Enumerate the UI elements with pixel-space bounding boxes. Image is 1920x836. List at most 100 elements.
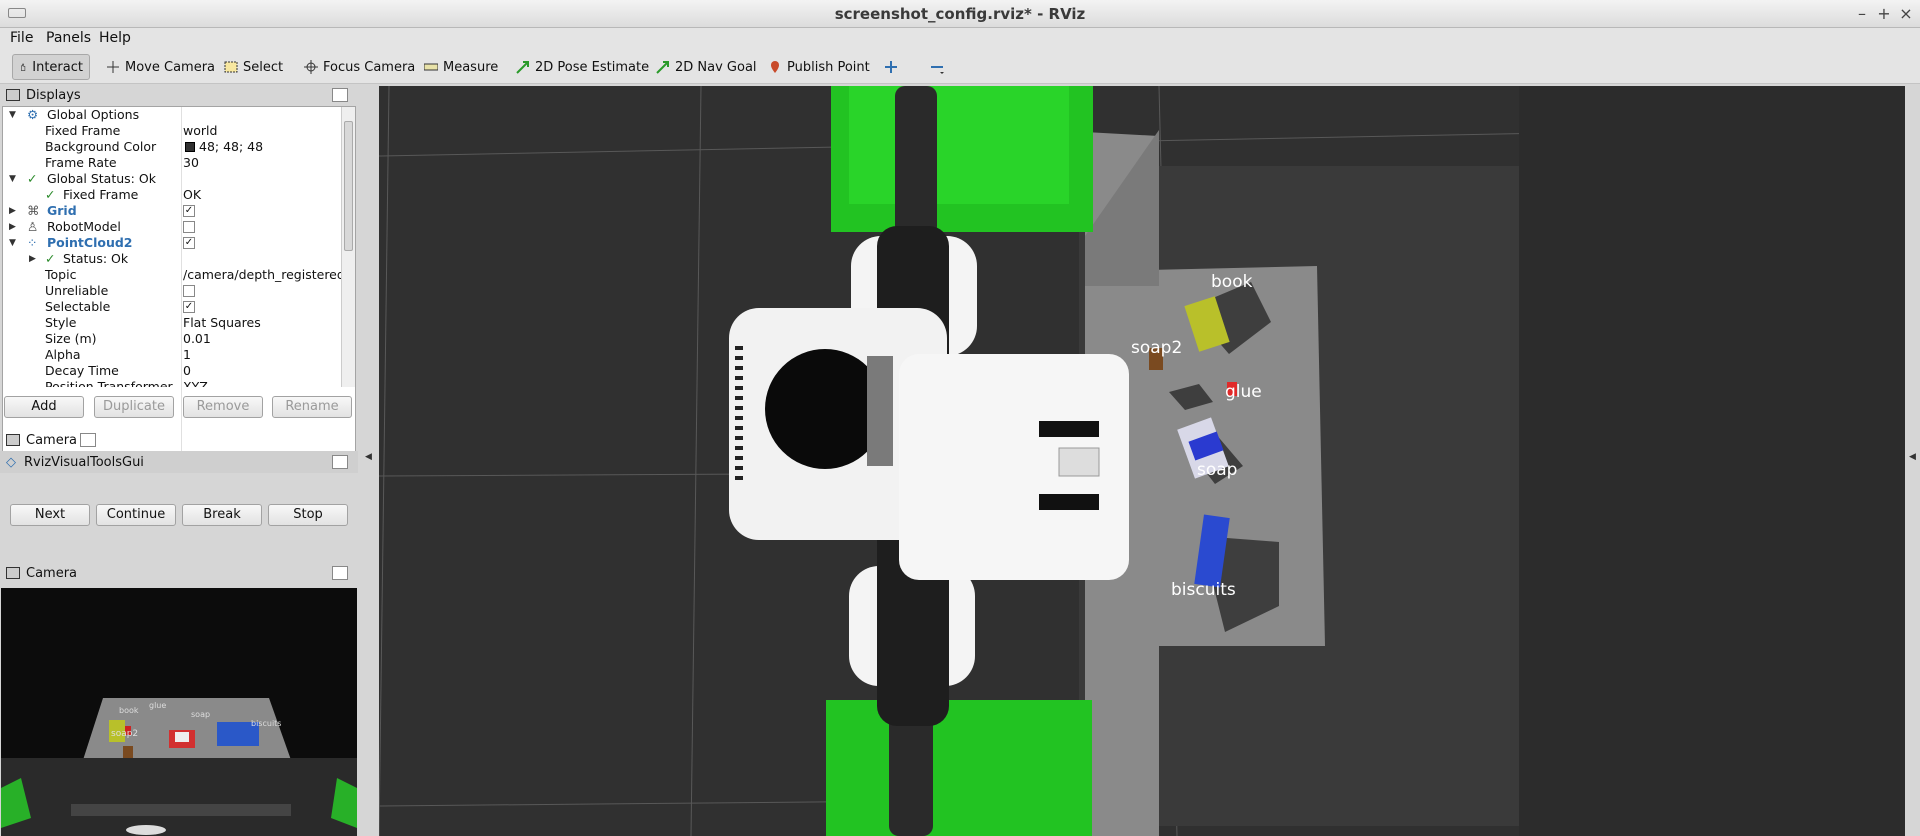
menu-help[interactable]: Help — [99, 30, 131, 46]
remove-tool-button[interactable] — [924, 54, 950, 80]
camera-scene: book glue soap soap2 biscuits — [1, 588, 357, 836]
tree-row-alpha[interactable]: Alpha 1 — [3, 347, 341, 363]
add-display-button[interactable]: Add — [4, 396, 84, 418]
scrollbar-thumb[interactable] — [344, 121, 353, 251]
visual-tools-title: ◇ RvizVisualToolsGui — [0, 451, 358, 473]
minimize-button[interactable]: – — [1852, 4, 1872, 24]
left-dock: Displays ▼ ⚙ Global Options Fixed Frame … — [0, 84, 358, 836]
tree-row-fixed-frame-status[interactable]: ✓ Fixed Frame OK — [3, 187, 341, 203]
camera-image[interactable]: book glue soap soap2 biscuits — [1, 588, 357, 836]
row-value: world — [183, 123, 218, 138]
focus-camera-tool[interactable]: Focus Camera — [298, 54, 421, 80]
tree-row-grid[interactable]: ▶ ⌘ Grid ✓ — [3, 203, 341, 219]
tree-row-position-transformer[interactable]: Position Transformer XYZ — [3, 379, 341, 387]
camera-panel-title: Camera — [0, 429, 358, 451]
select-label: Select — [243, 59, 284, 75]
break-button[interactable]: Break — [182, 504, 262, 526]
checkmark-icon: ✓ — [27, 171, 38, 186]
nav-goal-tool[interactable]: 2D Nav Goal — [650, 54, 763, 80]
visual-tools-label: RvizVisualToolsGui — [24, 454, 144, 470]
tree-row-fixed-frame[interactable]: Fixed Frame world — [3, 123, 341, 139]
visual-tools-undock[interactable] — [332, 455, 348, 469]
undock-button[interactable] — [332, 88, 348, 102]
row-key: Background Color — [45, 139, 157, 154]
tree-row-status-ok[interactable]: ▶ ✓ Status: Ok — [3, 251, 341, 267]
continue-button[interactable]: Continue — [96, 504, 176, 526]
collapse-left-icon: ◀ — [365, 452, 372, 462]
move-arrows-icon — [107, 61, 119, 73]
tree-row-global-options[interactable]: ▼ ⚙ Global Options — [3, 107, 341, 123]
tree-scrollbar[interactable] — [341, 107, 355, 387]
grid-checkbox[interactable]: ✓ — [183, 205, 195, 217]
tree-row-unreliable[interactable]: Unreliable — [3, 283, 341, 299]
camera-dock-undock[interactable] — [332, 566, 348, 580]
add-tool-button[interactable] — [878, 54, 904, 80]
remove-display-button[interactable]: Remove — [183, 396, 263, 418]
select-tool[interactable]: Select — [218, 54, 289, 80]
camera-panel-label: Camera — [26, 432, 78, 448]
close-button[interactable]: × — [1896, 4, 1916, 24]
maximize-button[interactable]: + — [1874, 4, 1894, 24]
measure-tool[interactable]: Measure — [418, 54, 504, 80]
row-key: Fixed Frame — [45, 123, 121, 138]
publish-point-tool[interactable]: Publish Point — [762, 54, 876, 80]
scene-label-soap2: soap2 — [1131, 338, 1183, 358]
map-pin-icon — [771, 61, 779, 73]
camera-panel-undock[interactable] — [80, 433, 96, 447]
rename-display-button[interactable]: Rename — [272, 396, 352, 418]
tree-row-topic[interactable]: Topic /camera/depth_registered. — [3, 267, 349, 283]
row-key: RobotModel — [47, 219, 121, 234]
green-arrow-icon — [516, 61, 529, 74]
scene-label-glue: glue — [1225, 382, 1262, 402]
scene-label-soap: soap — [1197, 460, 1238, 480]
green-arrow-icon — [656, 61, 669, 74]
tree-row-global-status[interactable]: ▼ ✓ Global Status: Ok — [3, 171, 341, 187]
gear-icon: ⚙ — [27, 107, 39, 122]
interact-label: Interact — [32, 59, 83, 75]
window-title: screenshot_config.rviz* - RViz — [834, 5, 1086, 23]
duplicate-display-button[interactable]: Duplicate — [94, 396, 174, 418]
tree-row-style[interactable]: Style Flat Squares — [3, 315, 341, 331]
hand-pointer-icon — [21, 63, 26, 71]
robot-icon: ♙ — [27, 219, 39, 234]
tree-row-size[interactable]: Size (m) 0.01 — [3, 331, 341, 347]
move-camera-label: Move Camera — [125, 59, 216, 75]
collapse-right-icon: ◀ — [1909, 452, 1916, 462]
tree-row-pointcloud2[interactable]: ▼ ⁘ PointCloud2 ✓ — [3, 235, 341, 251]
tree-row-robotmodel[interactable]: ▶ ♙ RobotModel — [3, 219, 341, 235]
tree-row-frame-rate[interactable]: Frame Rate 30 — [3, 155, 341, 171]
move-camera-tool[interactable]: Move Camera — [100, 54, 221, 80]
minus-icon — [931, 66, 944, 74]
diamond-icon: ◇ — [6, 454, 16, 470]
nav-goal-label: 2D Nav Goal — [675, 59, 757, 75]
interact-tool[interactable]: Interact — [12, 54, 90, 80]
row-key: Size (m) — [45, 331, 97, 346]
3d-viewport[interactable]: book soap2 glue soap biscuits — [379, 86, 1905, 836]
selectable-checkbox[interactable]: ✓ — [183, 301, 195, 313]
unreliable-checkbox[interactable] — [183, 285, 195, 297]
camera-icon — [6, 434, 20, 446]
pose-estimate-tool[interactable]: 2D Pose Estimate — [510, 54, 655, 80]
row-value: 30 — [183, 155, 199, 170]
row-key: Style — [45, 315, 77, 330]
ruler-icon — [424, 63, 438, 71]
pointcloud-checkbox[interactable]: ✓ — [183, 237, 195, 249]
left-splitter[interactable]: ◀ — [362, 86, 376, 836]
row-value: Flat Squares — [183, 315, 261, 330]
row-key: Selectable — [45, 299, 111, 314]
tree-row-selectable[interactable]: Selectable ✓ — [3, 299, 341, 315]
crosshair-icon — [304, 60, 318, 74]
displays-title-bar: Displays — [0, 84, 358, 106]
menu-panels[interactable]: Panels — [46, 30, 91, 46]
stop-button[interactable]: Stop — [268, 504, 348, 526]
menu-file[interactable]: File — [10, 30, 33, 46]
next-button[interactable]: Next — [10, 504, 90, 526]
camera-icon — [6, 567, 20, 579]
robotmodel-checkbox[interactable] — [183, 221, 195, 233]
tree-row-decay-time[interactable]: Decay Time 0 — [3, 363, 341, 379]
select-box-icon — [224, 61, 238, 73]
tree-row-background-color[interactable]: Background Color 48; 48; 48 — [3, 139, 341, 155]
pointcloud-icon: ⁘ — [27, 235, 38, 250]
checkmark-icon: ✓ — [45, 251, 56, 266]
right-splitter[interactable]: ◀ — [1906, 86, 1920, 836]
